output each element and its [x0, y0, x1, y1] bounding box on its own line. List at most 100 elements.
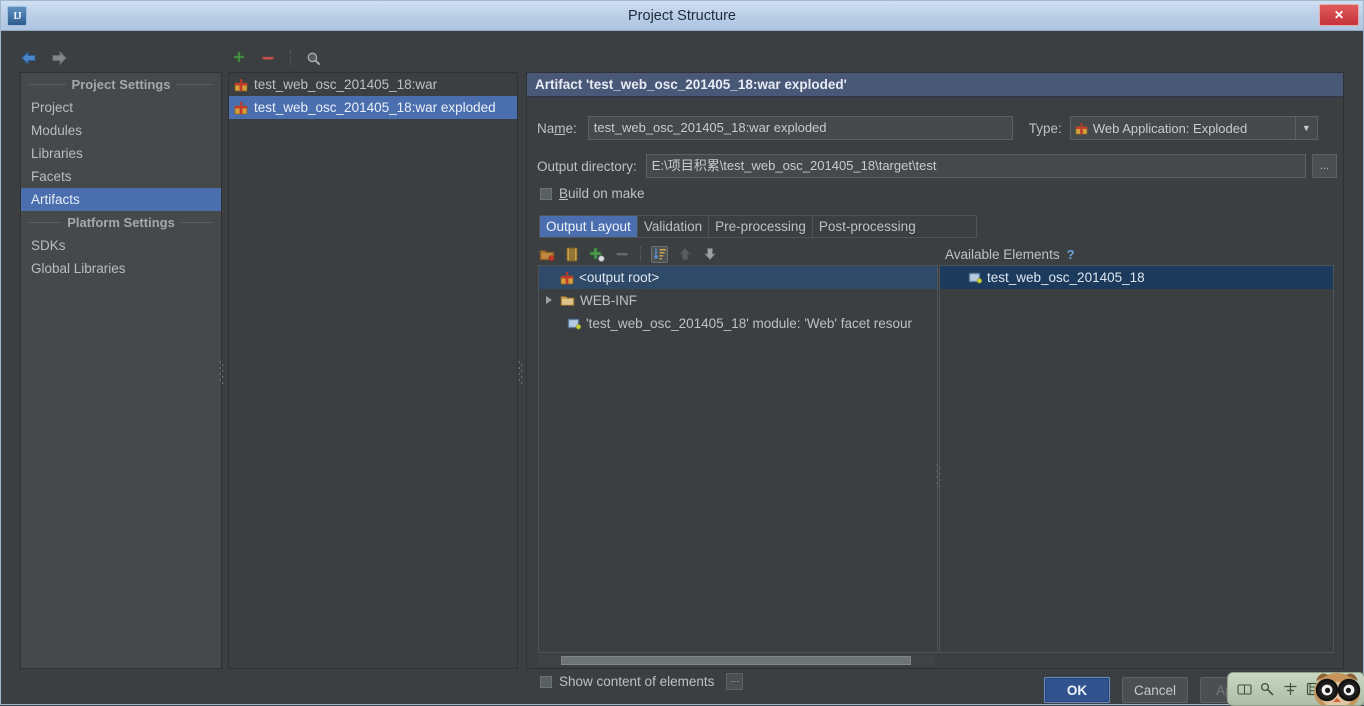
- type-combobox-value: Web Application: Exploded: [1092, 120, 1248, 136]
- sidebar-group-platform-settings: Platform Settings: [21, 211, 221, 234]
- add-copy-of-icon[interactable]: [588, 246, 605, 263]
- war-artifact-icon: [234, 101, 248, 115]
- build-on-make-row: Build on make: [540, 186, 645, 201]
- available-elements-title: Available Elements: [945, 246, 1060, 262]
- tools-icon[interactable]: [1259, 681, 1275, 697]
- tab-pre-processing[interactable]: Pre-processing: [709, 216, 813, 237]
- name-row: Name: test_web_osc_201405_18:war explode…: [537, 115, 1337, 141]
- sidebar-item-modules[interactable]: Modules: [21, 119, 221, 142]
- artifact-editor-panel: Artifact 'test_web_osc_201405_18:war exp…: [526, 72, 1344, 690]
- plus-icon[interactable]: [230, 49, 248, 67]
- available-elements-tree[interactable]: test_web_osc_201405_18: [939, 265, 1334, 653]
- group-divider-right: [180, 222, 213, 223]
- folder-icon: [560, 294, 575, 307]
- ok-button[interactable]: OK: [1044, 677, 1110, 703]
- group-divider-right: [176, 84, 213, 85]
- project-structure-dialog: IJ Project Structure ✕ Project Settings …: [0, 0, 1364, 706]
- group-divider-left: [29, 84, 66, 85]
- name-label: Name:: [537, 120, 577, 136]
- artifact-list-toolbar: [230, 45, 515, 71]
- output-directory-label: Output directory:: [537, 158, 637, 174]
- sidebar-item-project[interactable]: Project: [21, 96, 221, 119]
- artifact-icon: [560, 271, 574, 285]
- toolbar-separator: [290, 51, 291, 65]
- owl-mascot-icon: [1306, 673, 1364, 705]
- show-content-label: Show content of elements: [559, 674, 715, 689]
- sidebar-group-label: Platform Settings: [67, 215, 175, 230]
- dialog-body: Project Settings Project Modules Librari…: [2, 32, 1362, 704]
- output-directory-input[interactable]: E:\项目积累\test_web_osc_201405_18\target\te…: [645, 154, 1306, 178]
- forward-arrow-icon[interactable]: [50, 49, 68, 67]
- build-on-make-checkbox[interactable]: [540, 187, 552, 200]
- keyboard-icon[interactable]: [1236, 681, 1252, 697]
- available-elements-header: Available Elements ?: [939, 243, 1334, 265]
- artifact-list-item-label: test_web_osc_201405_18:war: [254, 77, 438, 92]
- tab-output-layout[interactable]: Output Layout: [540, 216, 638, 237]
- tab-validation[interactable]: Validation: [638, 216, 710, 237]
- name-input[interactable]: test_web_osc_201405_18:war exploded: [587, 116, 1013, 140]
- half-width-icon[interactable]: [1282, 681, 1298, 697]
- type-label: Type:: [1028, 120, 1062, 136]
- title-bar: IJ Project Structure ✕: [1, 1, 1363, 31]
- trees-splitter-handle[interactable]: [936, 463, 941, 489]
- output-layout-toolbar: [538, 243, 938, 265]
- type-combobox[interactable]: Web Application: Exploded ▼: [1069, 116, 1318, 140]
- magnifier-icon[interactable]: [304, 49, 322, 67]
- artifact-tabs: Output Layout Validation Pre-processing …: [539, 215, 977, 238]
- sidebar-item-facets[interactable]: Facets: [21, 165, 221, 188]
- artifact-editor-title: Artifact 'test_web_osc_201405_18:war exp…: [527, 73, 1343, 97]
- tree-row-label: WEB-INF: [580, 293, 637, 308]
- output-layout-hscrollbar[interactable]: [539, 655, 935, 666]
- module-facet-icon: [567, 317, 581, 330]
- available-elements-panel: Available Elements ? test_web_osc_201405…: [939, 243, 1334, 653]
- browse-button[interactable]: ...: [1311, 154, 1337, 178]
- artifacts-list-panel: test_web_osc_201405_18:war test_web_osc_…: [228, 72, 518, 669]
- tree-row-label: test_web_osc_201405_18: [987, 270, 1145, 285]
- type-combobox-value-wrap: Web Application: Exploded: [1071, 121, 1295, 136]
- war-artifact-icon: [1075, 122, 1088, 135]
- tree-row-label: 'test_web_osc_201405_18' module: 'Web' f…: [586, 316, 913, 331]
- help-icon[interactable]: ?: [1067, 247, 1075, 262]
- chevron-right-icon[interactable]: [544, 295, 555, 306]
- tab-post-processing[interactable]: Post-processing: [813, 216, 922, 237]
- move-up-icon[interactable]: [676, 246, 693, 263]
- minus-icon[interactable]: [259, 49, 277, 67]
- sidebar-item-global-libraries[interactable]: Global Libraries: [21, 257, 221, 280]
- create-archive-icon[interactable]: [563, 246, 580, 263]
- artifact-list-item[interactable]: test_web_osc_201405_18:war: [229, 73, 517, 96]
- settings-sidebar: Project Settings Project Modules Librari…: [20, 72, 222, 669]
- chevron-down-icon[interactable]: ▼: [1294, 117, 1317, 139]
- tree-row-label: <output root>: [579, 270, 660, 285]
- sort-icon[interactable]: [651, 245, 668, 263]
- build-on-make-label: Build on make: [559, 186, 645, 201]
- sidebar-splitter-handle[interactable]: [219, 360, 224, 386]
- sidebar-item-sdks[interactable]: SDKs: [21, 234, 221, 257]
- war-artifact-icon: [234, 78, 248, 92]
- sidebar-group-label: Project Settings: [71, 77, 171, 92]
- show-content-row: Show content of elements ⋯: [540, 673, 744, 690]
- sidebar-item-artifacts[interactable]: Artifacts: [21, 188, 221, 211]
- tree-row[interactable]: WEB-INF: [539, 289, 937, 312]
- back-arrow-icon[interactable]: [20, 49, 38, 67]
- move-down-icon[interactable]: [701, 246, 718, 263]
- create-directory-icon[interactable]: [538, 246, 555, 263]
- artifact-list-item[interactable]: test_web_osc_201405_18:war exploded: [229, 96, 517, 119]
- sidebar-item-libraries[interactable]: Libraries: [21, 142, 221, 165]
- artifact-panel-splitter-handle[interactable]: [518, 360, 523, 386]
- tree-row[interactable]: test_web_osc_201405_18: [940, 266, 1333, 289]
- show-content-checkbox[interactable]: [540, 675, 552, 688]
- cancel-button[interactable]: Cancel: [1122, 677, 1188, 703]
- group-divider-left: [29, 222, 62, 223]
- tree-twisty-placeholder: [544, 272, 555, 283]
- toolbar-separator: [640, 247, 641, 261]
- window-title: Project Structure: [628, 7, 736, 24]
- show-content-options-button[interactable]: ⋯: [726, 673, 744, 690]
- tree-row[interactable]: 'test_web_osc_201405_18' module: 'Web' f…: [539, 312, 937, 335]
- ime-floating-toolbar[interactable]: [1227, 672, 1364, 706]
- remove-icon[interactable]: [613, 246, 630, 263]
- artifact-list-item-label: test_web_osc_201405_18:war exploded: [254, 100, 496, 115]
- scrollbar-thumb[interactable]: [561, 656, 911, 665]
- close-icon[interactable]: ✕: [1319, 4, 1359, 26]
- output-layout-tree[interactable]: <output root> WEB-INF 'test_web_osc_2014…: [538, 265, 938, 653]
- tree-row[interactable]: <output root>: [539, 266, 937, 289]
